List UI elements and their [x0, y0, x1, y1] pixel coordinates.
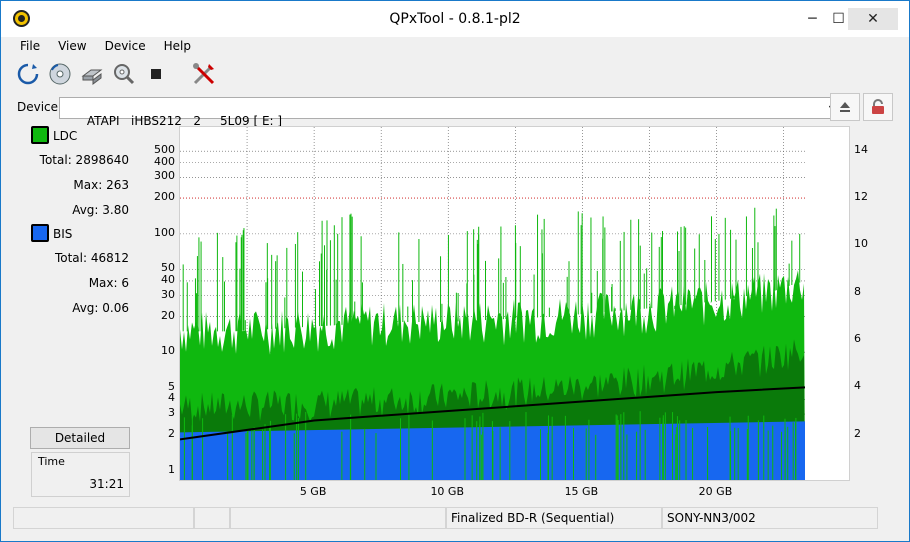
chart-plot-area [179, 126, 850, 481]
y-tick-right: 4 [854, 379, 861, 393]
menu-bar: File View Device Help [11, 37, 200, 57]
drive-info-icon[interactable] [79, 61, 105, 87]
bis-avg: Avg: 0.06 [72, 301, 129, 315]
y-tick-right: 6 [854, 332, 861, 345]
y-tick-left: 2 [168, 426, 175, 440]
y-tick-right: 2 [854, 426, 861, 440]
time-box: Time 31:21 [31, 452, 130, 497]
scan-icon[interactable] [111, 61, 137, 87]
y-tick-left: 100 [154, 225, 175, 239]
y-tick-left: 40 [161, 272, 175, 286]
ldc-avg: Avg: 3.80 [72, 203, 129, 217]
y-tick-left: 50 [161, 261, 175, 275]
menu-file[interactable]: File [11, 37, 49, 57]
y-tick-left: 500 [154, 143, 175, 157]
status-media-id: SONY-NN3/002 [662, 507, 878, 529]
y-tick-left: 1 [168, 462, 175, 476]
eject-icon [840, 102, 850, 112]
settings-icon[interactable] [191, 61, 217, 87]
x-tick: 20 GB [698, 485, 733, 498]
bis-total: Total: 46812 [54, 251, 129, 265]
refresh-icon[interactable] [15, 61, 41, 87]
y-tick-right: 12 [854, 190, 868, 203]
y-tick-left: 10 [161, 344, 175, 358]
eject-button[interactable] [830, 93, 860, 121]
detailed-button[interactable]: Detailed [30, 427, 130, 449]
device-label: Device: [17, 100, 63, 114]
status-cell-3 [230, 507, 446, 529]
bis-legend-label: BIS [53, 227, 73, 241]
y-tick-right: 8 [854, 284, 861, 298]
ldc-legend-swatch [31, 126, 49, 144]
toolbar [15, 59, 217, 89]
ldc-total: Total: 2898640 [39, 153, 129, 167]
ldc-legend-label: LDC [53, 129, 78, 143]
y-tick-left: 30 [161, 287, 175, 301]
y-tick-right: 10 [854, 237, 868, 251]
x-tick: 15 GB [564, 485, 599, 498]
app-window: QPxTool - 0.8.1-pl2 ─ ☐ ✕ File View Devi… [0, 0, 910, 542]
status-bar: Finalized BD-R (Sequential) SONY-NN3/002 [13, 507, 899, 529]
bis-max: Max: 6 [88, 276, 129, 290]
window-title: QPxTool - 0.8.1-pl2 [389, 11, 521, 27]
ldc-max: Max: 263 [73, 178, 129, 192]
y-tick-left: 400 [154, 154, 175, 168]
bis-legend-swatch [31, 224, 49, 242]
time-label: Time [38, 455, 65, 468]
y-tick-right: 14 [854, 142, 868, 156]
lock-button[interactable] [863, 93, 893, 121]
disc-icon[interactable] [47, 61, 73, 87]
y-tick-left: 4 [168, 391, 175, 405]
y-tick-left: 300 [154, 169, 175, 183]
y-tick-left: 3 [168, 406, 175, 420]
status-disc-type: Finalized BD-R (Sequential) [446, 507, 662, 529]
title-bar: QPxTool - 0.8.1-pl2 ─ ☐ ✕ [1, 1, 909, 37]
lock-icon [872, 99, 884, 114]
chart-empty-tail [805, 127, 849, 480]
time-value: 31:21 [89, 477, 124, 491]
x-tick: 10 GB [430, 485, 465, 498]
chart-svg [180, 127, 849, 480]
y-tick-left: 20 [161, 308, 175, 322]
y-tick-left: 200 [154, 190, 175, 204]
menu-view[interactable]: View [49, 37, 95, 57]
status-cell-1 [13, 507, 194, 529]
menu-device[interactable]: Device [96, 37, 155, 57]
device-select[interactable]: ATAPI iHBS212 2 5L09 [ E: ] ▼ [59, 97, 842, 128]
close-button[interactable]: ✕ [848, 8, 898, 30]
y-tick-left: 5 [168, 379, 175, 393]
status-cell-2 [194, 507, 230, 529]
stop-icon[interactable] [143, 61, 169, 87]
menu-help[interactable]: Help [155, 37, 200, 57]
x-tick: 5 GB [299, 485, 327, 498]
